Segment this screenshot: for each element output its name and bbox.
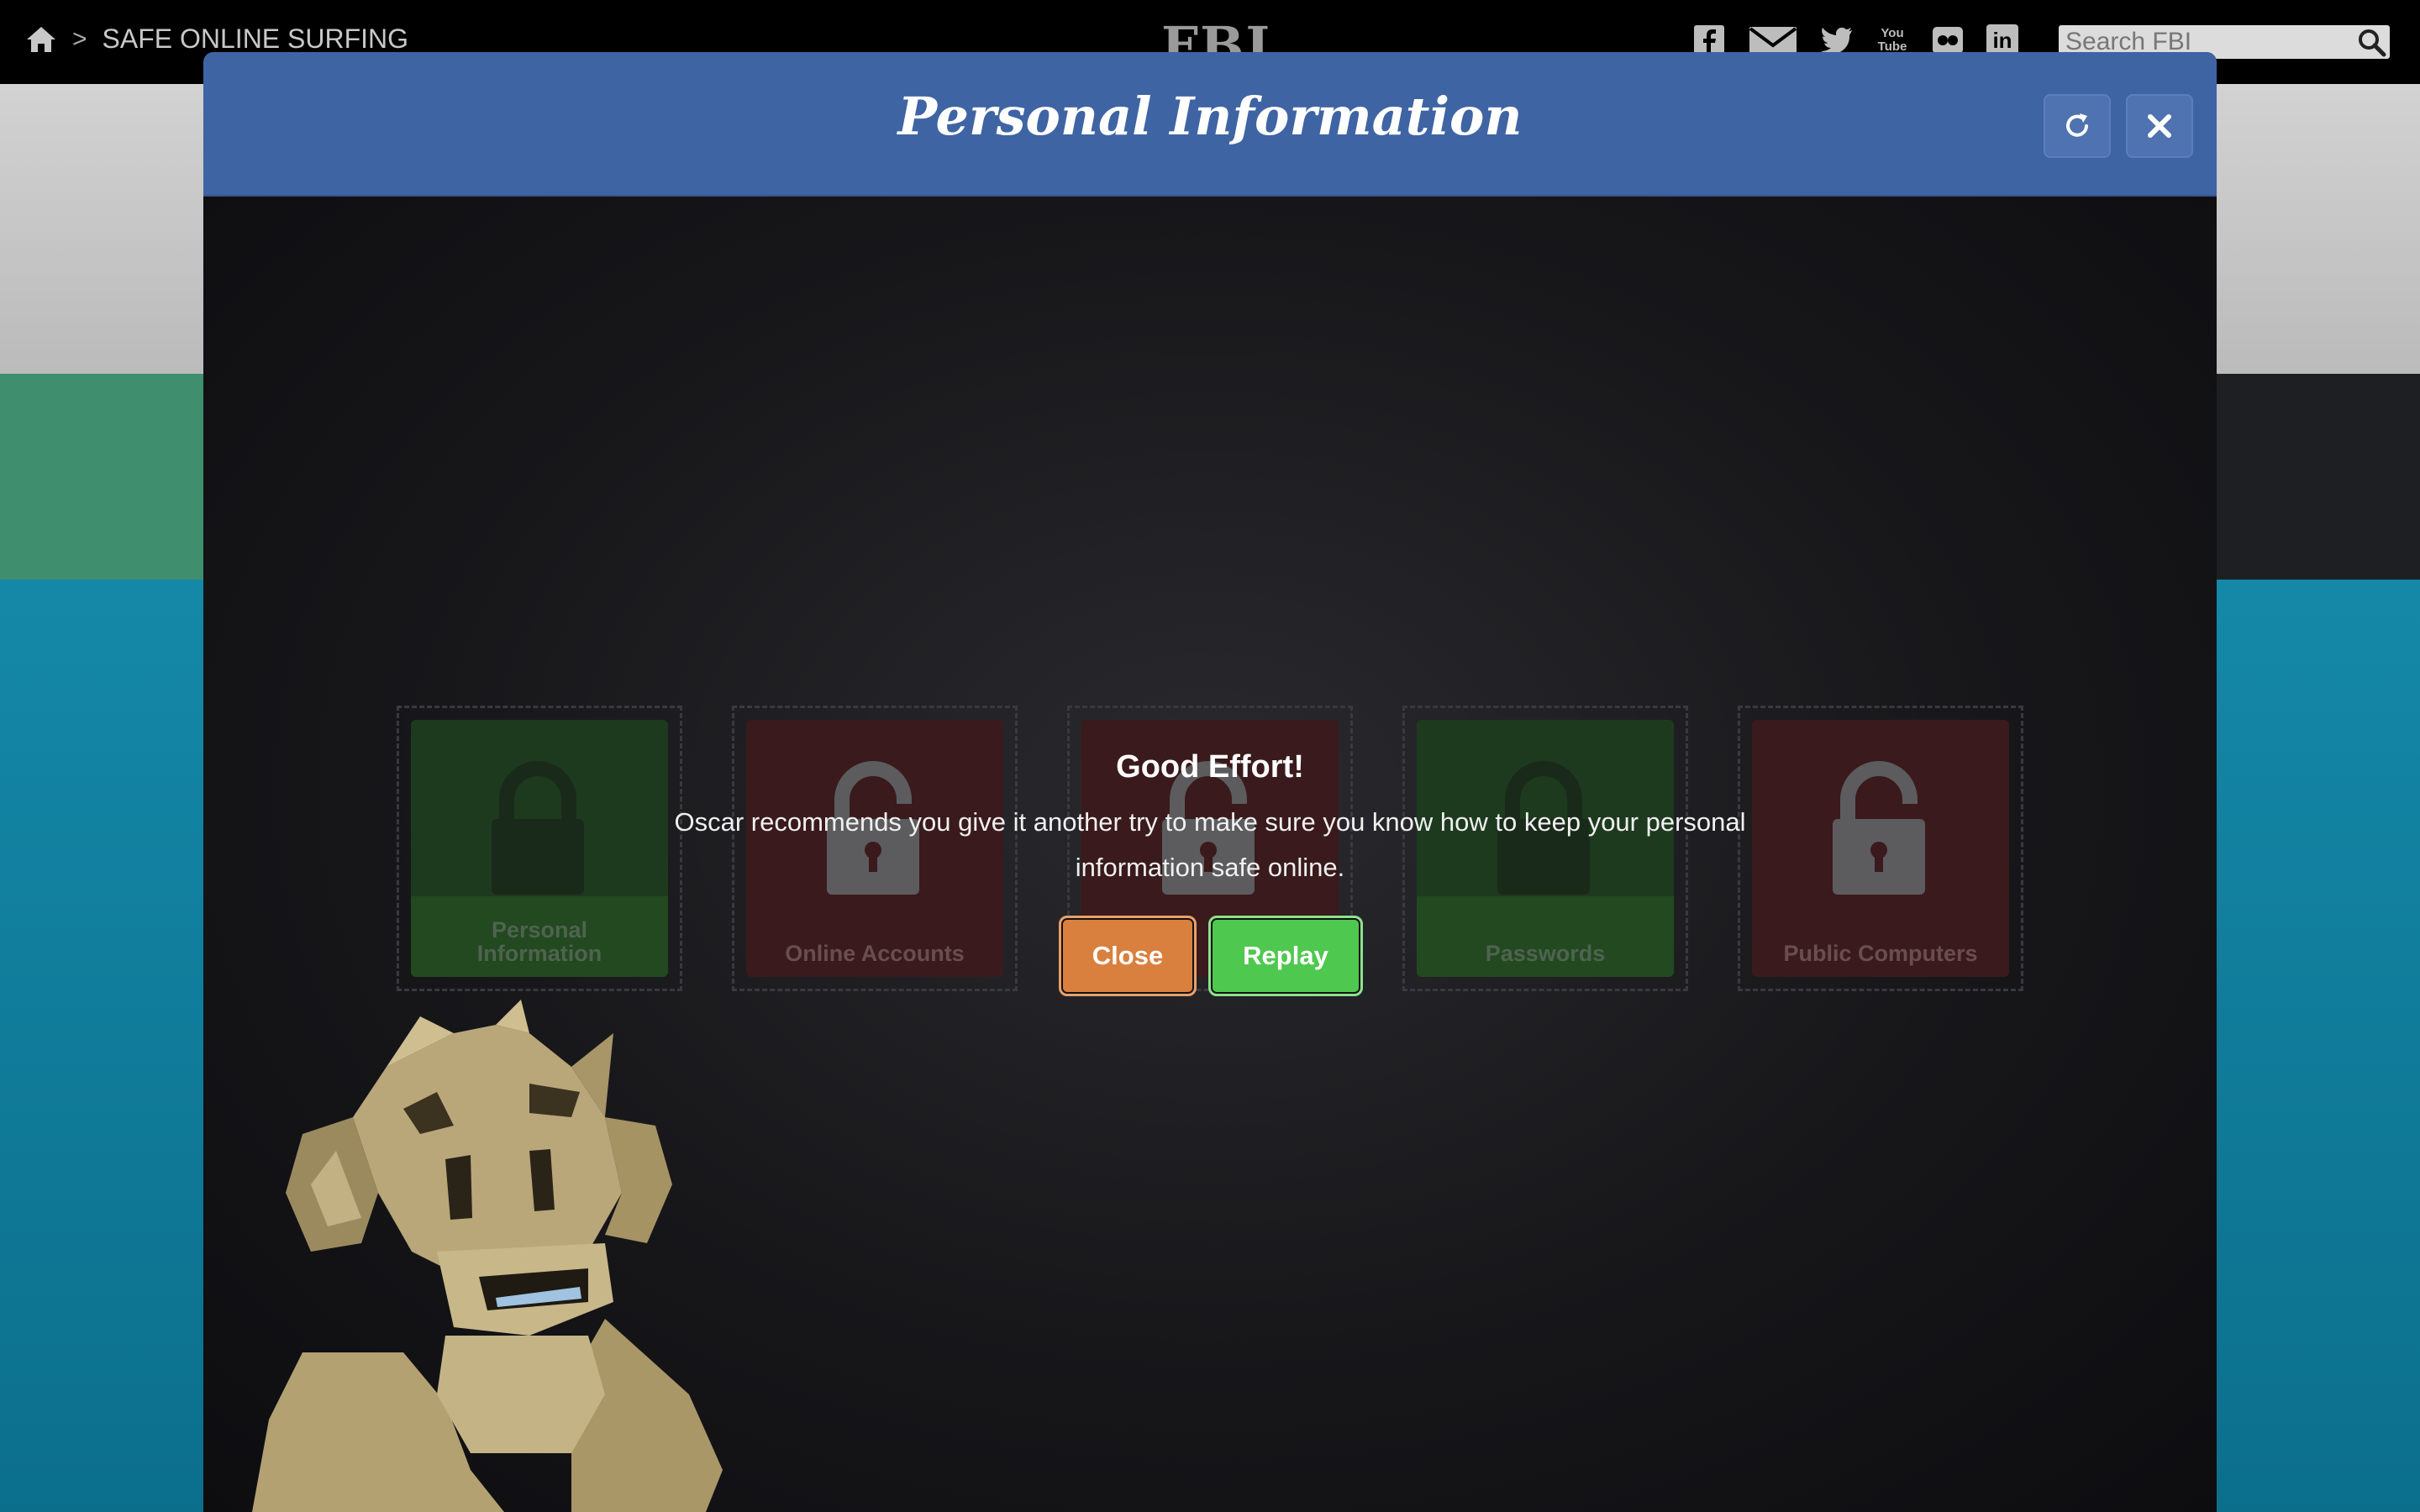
game-modal: Personal Information Personal Informatio… <box>203 52 2217 1512</box>
youtube-text: You Tube <box>1877 26 1907 54</box>
card-label: Passwords <box>1485 941 1606 966</box>
dialog-message: Oscar recommends you give it another try… <box>674 807 1746 882</box>
replay-button[interactable]: Replay <box>1208 916 1363 996</box>
breadcrumb: > SAFE ONLINE SURFING <box>25 24 408 55</box>
linkedin-text: in <box>1992 27 2012 53</box>
card-label: Online Accounts <box>785 941 965 966</box>
modal-title: Personal Information <box>897 86 1523 147</box>
card-label: Public Computers <box>1783 941 1978 966</box>
modal-header: Personal Information <box>203 52 2217 197</box>
home-icon[interactable] <box>25 25 57 54</box>
card-label: Personal Information <box>476 917 602 966</box>
site-background-hill <box>2202 374 2420 592</box>
close-icon <box>2148 114 2171 138</box>
game-area: Personal Information Online Accounts Pas… <box>203 197 2217 1512</box>
refresh-icon <box>2066 113 2088 137</box>
restart-button[interactable] <box>2044 94 2111 158</box>
oscar-monkey-character <box>252 1000 723 1512</box>
close-button[interactable]: Close <box>1059 916 1197 996</box>
breadcrumb-separator: > <box>72 24 87 53</box>
search-icon[interactable] <box>2356 27 2386 57</box>
modal-close-button[interactable] <box>2126 94 2193 158</box>
dialog-title: Good Effort! <box>1116 749 1304 785</box>
breadcrumb-current[interactable]: SAFE ONLINE SURFING <box>103 24 409 55</box>
